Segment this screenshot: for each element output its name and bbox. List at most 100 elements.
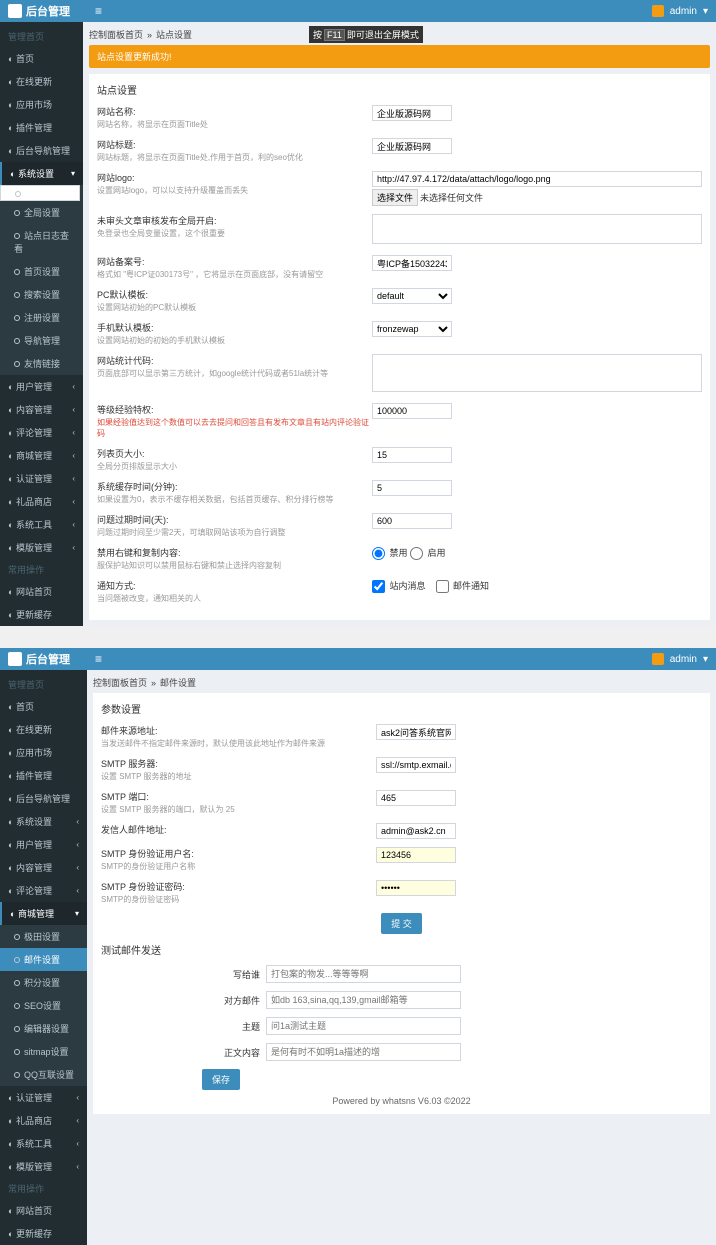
- field-input[interactable]: [376, 823, 456, 839]
- sidebar-sub-search[interactable]: 搜索设置: [0, 283, 83, 306]
- section-heading: 站点设置: [97, 82, 702, 97]
- field-input[interactable]: [376, 790, 456, 806]
- save-button[interactable]: 保存: [202, 1069, 240, 1090]
- field-row: 邮件来源地址:当发送邮件不指定邮件来源时，默认使用该此地址作为邮件来源: [101, 724, 702, 749]
- field-input[interactable]: [372, 138, 452, 154]
- sidebar-item-backnav[interactable]: ◐ 后台导航管理: [0, 139, 83, 162]
- field-label: SMTP 身份验证密码:: [101, 880, 376, 893]
- sidebar-item-update[interactable]: ◐ 在线更新: [0, 718, 87, 741]
- admin-name[interactable]: admin: [670, 654, 697, 665]
- field-textarea[interactable]: [372, 214, 702, 244]
- field-input[interactable]: [372, 403, 452, 419]
- field-input[interactable]: [376, 724, 456, 740]
- sidebar-item-plugin[interactable]: ◐ 插件管理: [0, 764, 87, 787]
- sidebar-item-comment[interactable]: ◐ 评论管理‹: [0, 879, 87, 902]
- brand-logo[interactable]: 后台管理: [8, 3, 70, 19]
- sidebar-item-plugin[interactable]: ◐ 插件管理: [0, 116, 83, 139]
- checkbox-group: 站内消息 邮件通知: [372, 581, 499, 591]
- sidebar-item-tpl[interactable]: ◐ 模版管理‹: [0, 536, 83, 559]
- admin-name[interactable]: admin: [670, 6, 697, 17]
- test-field-input[interactable]: [266, 1043, 461, 1061]
- hamburger-icon[interactable]: ≡: [95, 4, 102, 18]
- sidebar-item-tools[interactable]: ◐ 系统工具‹: [0, 513, 83, 536]
- checkbox-option[interactable]: [372, 580, 385, 593]
- field-input[interactable]: [372, 105, 452, 121]
- sidebar-item-system[interactable]: ◐ 系统设置‹: [0, 810, 87, 833]
- crumb-home[interactable]: 控制面板首页: [93, 676, 147, 689]
- test-field-input[interactable]: [266, 1017, 461, 1035]
- sidebar-item-comment[interactable]: ◐ 评论管理‹: [0, 421, 83, 444]
- sidebar-item-update[interactable]: ◐ 在线更新: [0, 70, 83, 93]
- field-row: 网站logo:设置网站logo，可以以支持升级覆盖而丢失选择文件未选择任何文件: [97, 171, 702, 206]
- field-label: 网站logo:: [97, 171, 372, 184]
- field-textarea[interactable]: [372, 354, 702, 392]
- sidebar-sub-mail[interactable]: 邮件设置: [0, 948, 87, 971]
- field-label: 网站标题:: [97, 138, 372, 151]
- sidebar-item-cert[interactable]: ◐ 认证管理‹: [0, 1086, 87, 1109]
- sidebar-item-user[interactable]: ◐ 用户管理‹: [0, 375, 83, 398]
- sidebar-sub-point[interactable]: 积分设置: [0, 971, 87, 994]
- sidebar-sub-nav[interactable]: 导航管理: [0, 329, 83, 352]
- sidebar-sub-sitemap[interactable]: sitmap设置: [0, 1040, 87, 1063]
- bell-icon[interactable]: [652, 5, 664, 17]
- checkbox-option[interactable]: [436, 580, 449, 593]
- chevron-down-icon[interactable]: ▾: [703, 6, 708, 17]
- test-field-input[interactable]: [266, 965, 461, 983]
- sidebar-sub-qq[interactable]: QQ互联设置: [0, 1063, 87, 1086]
- sidebar-sub-link[interactable]: 友情链接: [0, 352, 83, 375]
- sidebar-item-market[interactable]: ◐ 应用市场: [0, 93, 83, 116]
- file-button[interactable]: 选择文件: [372, 189, 418, 206]
- sidebar-item-sitehome[interactable]: ◐ 网站首页: [0, 580, 83, 603]
- brand-logo[interactable]: 后台管理: [8, 651, 70, 667]
- hamburger-icon[interactable]: ≡: [95, 652, 102, 666]
- sidebar-item-home[interactable]: ◐ 首页: [0, 47, 83, 70]
- sidebar-sub-seo[interactable]: SEO设置: [0, 994, 87, 1017]
- sidebar-item-market[interactable]: ◐ 应用市场: [0, 741, 87, 764]
- sidebar-item-gift[interactable]: ◐ 礼品商店‹: [0, 490, 83, 513]
- sidebar-item-content[interactable]: ◐ 内容管理‹: [0, 398, 83, 421]
- sidebar-sub-log[interactable]: 站点日志查看: [0, 224, 83, 260]
- sidebar-item-mall[interactable]: ◐ 商城管理‹: [0, 444, 83, 467]
- settings-card: 站点设置 网站名称:网站名称，将显示在页面Title处网站标题:网站标题，将显示…: [89, 74, 710, 620]
- field-input[interactable]: [372, 480, 452, 496]
- sidebar-sub-site[interactable]: 站点设置: [0, 185, 80, 201]
- field-input[interactable]: [376, 847, 456, 863]
- sidebar-item-backnav[interactable]: ◐ 后台导航管理: [0, 787, 87, 810]
- sidebar-sub-jitian[interactable]: 极田设置: [0, 925, 87, 948]
- sidebar-item-tpl[interactable]: ◐ 模版管理‹: [0, 1155, 87, 1178]
- submit-button[interactable]: 提 交: [381, 913, 422, 934]
- field-input[interactable]: [376, 880, 456, 896]
- test-field-row: 对方邮件: [171, 991, 702, 1009]
- sidebar-item-user[interactable]: ◐ 用户管理‹: [0, 833, 87, 856]
- sidebar-sub-home[interactable]: 首页设置: [0, 260, 83, 283]
- bell-icon[interactable]: [652, 653, 664, 665]
- test-field-input[interactable]: [266, 991, 461, 1009]
- field-hint: 页面底部可以显示第三方统计，如google统计代码或者51la统计等: [97, 368, 372, 379]
- field-input[interactable]: [372, 171, 702, 187]
- sidebar-sub-global[interactable]: 全局设置: [0, 201, 83, 224]
- sidebar-item-gift[interactable]: ◐ 礼品商店‹: [0, 1109, 87, 1132]
- sidebar-item-mall[interactable]: ◐ 商城管理▾: [0, 902, 87, 925]
- field-input[interactable]: [376, 757, 456, 773]
- test-field-label: 正文内容: [171, 1046, 266, 1059]
- field-input[interactable]: [372, 255, 452, 271]
- chevron-down-icon[interactable]: ▾: [703, 654, 708, 665]
- sidebar-item-sitehome[interactable]: ◐ 网站首页: [0, 1199, 87, 1222]
- field-input[interactable]: [372, 513, 452, 529]
- field-select[interactable]: fronzewap: [372, 321, 452, 337]
- crumb-home[interactable]: 控制面板首页: [89, 28, 143, 41]
- sidebar-item-tools[interactable]: ◐ 系统工具‹: [0, 1132, 87, 1155]
- sidebar-item-cache[interactable]: ◐ 更新缓存: [0, 603, 83, 626]
- field-input[interactable]: [372, 447, 452, 463]
- sidebar-item-cache[interactable]: ◐ 更新缓存: [0, 1222, 87, 1245]
- field-select[interactable]: default: [372, 288, 452, 304]
- sidebar-item-cert[interactable]: ◐ 认证管理‹: [0, 467, 83, 490]
- sidebar-item-system[interactable]: ◐ 系统设置▾: [0, 162, 83, 185]
- radio-option[interactable]: [372, 547, 385, 560]
- sidebar: 管理首页 ◐ 首页 ◐ 在线更新 ◐ 应用市场 ◐ 插件管理 ◐ 后台导航管理 …: [0, 670, 87, 1245]
- sidebar-sub-editor[interactable]: 编辑器设置: [0, 1017, 87, 1040]
- radio-option[interactable]: [410, 547, 423, 560]
- sidebar-item-home[interactable]: ◐ 首页: [0, 695, 87, 718]
- sidebar-item-content[interactable]: ◐ 内容管理‹: [0, 856, 87, 879]
- sidebar-sub-reg[interactable]: 注册设置: [0, 306, 83, 329]
